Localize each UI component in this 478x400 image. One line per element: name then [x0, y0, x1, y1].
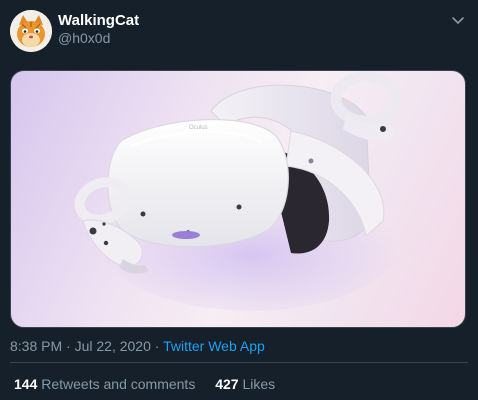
tweet-timestamp: 8:38 PM · Jul 22, 2020 · Twitter Web App — [10, 338, 265, 354]
vr-headset-image[interactable]: Oculus — [10, 70, 466, 328]
separator: · — [150, 338, 164, 354]
likes-stat[interactable]: 427 Likes — [215, 376, 275, 392]
headset-brand: Oculus — [189, 125, 208, 131]
display-name[interactable]: WalkingCat — [58, 12, 139, 29]
chevron-down-icon[interactable] — [450, 12, 466, 28]
likes-label: Likes — [242, 376, 276, 392]
tweet: WalkingCat @h0x0d Oculus 8:38 PM · Jul 2… — [0, 0, 478, 400]
tweet-source-link[interactable]: Twitter Web App — [163, 338, 265, 354]
tweet-stats: 144 Retweets and comments 427 Likes — [14, 376, 291, 392]
retweets-stat[interactable]: 144 Retweets and comments — [14, 376, 195, 392]
user-handle[interactable]: @h0x0d — [58, 30, 110, 46]
retweets-count: 144 — [14, 376, 38, 392]
cat-avatar-icon[interactable] — [10, 10, 52, 52]
likes-count: 427 — [215, 376, 239, 392]
retweets-label: Retweets and comments — [41, 376, 196, 392]
divider — [10, 362, 468, 363]
separator: · — [62, 338, 75, 354]
tweet-time[interactable]: 8:38 PM — [10, 338, 62, 354]
tweet-date[interactable]: Jul 22, 2020 — [75, 338, 151, 354]
